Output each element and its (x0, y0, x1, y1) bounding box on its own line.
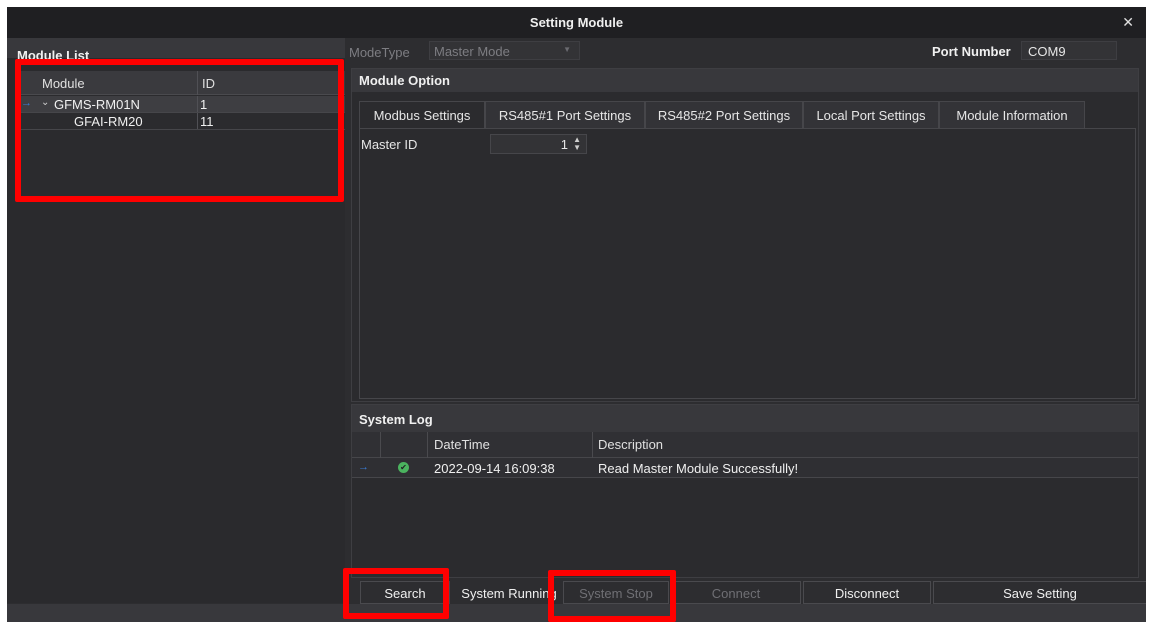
column-divider (592, 432, 593, 458)
tab-rs485-1-port-settings[interactable]: RS485#1 Port Settings (485, 101, 645, 129)
column-header-description[interactable]: Description (598, 437, 663, 452)
system-log-header: System Log (352, 405, 1138, 432)
row-indicator-icon: → (21, 97, 32, 109)
cell-divider (197, 113, 198, 130)
module-list-title: Module List (17, 48, 90, 63)
log-description: Read Master Module Successfully! (598, 461, 799, 476)
action-button-bar: Search System Running System Stop Connec… (351, 581, 1146, 604)
module-list-header: Module List (7, 38, 345, 63)
tree-row-gfms-rm01n[interactable]: → ⌄ GFMS-RM01N 1 (17, 96, 345, 113)
expand-chevron-icon[interactable]: ⌄ (41, 97, 49, 108)
search-button[interactable]: Search (360, 581, 450, 604)
success-check-icon: ✔ (398, 462, 409, 473)
connect-button[interactable]: Connect (671, 581, 801, 604)
port-number-value: COM9 (1028, 44, 1066, 59)
tab-rs485-2-port-settings[interactable]: RS485#2 Port Settings (645, 101, 803, 129)
top-bar: ModeType Master Mode ▼ Port Number COM9 (345, 38, 1146, 63)
module-id: 1 (200, 97, 208, 112)
tree-row-gfai-rm20[interactable]: GFAI-RM20 11 (17, 113, 345, 130)
cell-divider (197, 96, 198, 113)
window-title: Setting Module (529, 15, 624, 30)
module-option-header: Module Option (352, 69, 1138, 92)
column-divider (427, 432, 428, 458)
setting-module-window: Setting Module ✕ Module List Module ID →… (7, 7, 1146, 622)
tab-module-information[interactable]: Module Information (939, 101, 1085, 129)
system-stop-button[interactable]: System Stop (563, 581, 669, 604)
modbus-settings-pane: Master ID 1 ▲ ▼ (359, 128, 1136, 399)
mode-type-select: Master Mode ▼ (429, 41, 580, 60)
port-number-label: Port Number (932, 44, 1011, 59)
column-header-module[interactable]: Module (42, 76, 85, 91)
system-log-title: System Log (359, 412, 433, 427)
log-datetime: 2022-09-14 16:09:38 (434, 461, 555, 476)
spin-down-icon[interactable]: ▼ (573, 143, 581, 152)
module-list-panel: Module List Module ID → ⌄ GFMS-RM01N 1 G… (7, 38, 345, 603)
status-bar (7, 604, 1146, 622)
mode-type-value: Master Mode (434, 44, 510, 59)
system-log-panel: System Log DateTime Description → ✔ 2022… (351, 404, 1139, 578)
row-indicator-icon: → (358, 461, 369, 473)
close-icon[interactable]: ✕ (1122, 14, 1134, 31)
tab-local-port-settings[interactable]: Local Port Settings (803, 101, 939, 129)
column-divider (380, 432, 381, 458)
log-table-header: DateTime Description (352, 432, 1138, 458)
log-row[interactable]: → ✔ 2022-09-14 16:09:38 Read Master Modu… (352, 458, 1138, 478)
spin-arrows-icon[interactable]: ▲ ▼ (573, 136, 581, 152)
column-header-id[interactable]: ID (202, 76, 215, 91)
master-id-stepper[interactable]: 1 ▲ ▼ (490, 134, 587, 154)
module-name: GFAI-RM20 (74, 114, 143, 129)
module-tree: Module ID → ⌄ GFMS-RM01N 1 GFAI-RM20 11 (17, 71, 345, 201)
tab-modbus-settings[interactable]: Modbus Settings (359, 101, 485, 129)
master-id-value: 1 (560, 137, 568, 152)
title-bar: Setting Module ✕ (7, 7, 1146, 38)
port-number-field[interactable]: COM9 (1021, 41, 1117, 60)
module-tree-header: Module ID (17, 71, 345, 95)
dropdown-arrow-icon: ▼ (563, 45, 571, 54)
master-id-label: Master ID (361, 137, 418, 152)
column-divider (197, 71, 198, 95)
system-running-button[interactable]: System Running (457, 581, 561, 604)
save-setting-button[interactable]: Save Setting (933, 581, 1146, 604)
column-header-datetime[interactable]: DateTime (434, 437, 490, 452)
module-name: GFMS-RM01N (54, 97, 140, 112)
module-option-title: Module Option (359, 73, 450, 88)
row-divider (17, 129, 345, 130)
mode-type-label: ModeType (349, 45, 410, 60)
module-id: 11 (200, 114, 214, 129)
disconnect-button[interactable]: Disconnect (803, 581, 931, 604)
module-option-panel: Module Option Modbus Settings RS485#1 Po… (351, 68, 1139, 402)
